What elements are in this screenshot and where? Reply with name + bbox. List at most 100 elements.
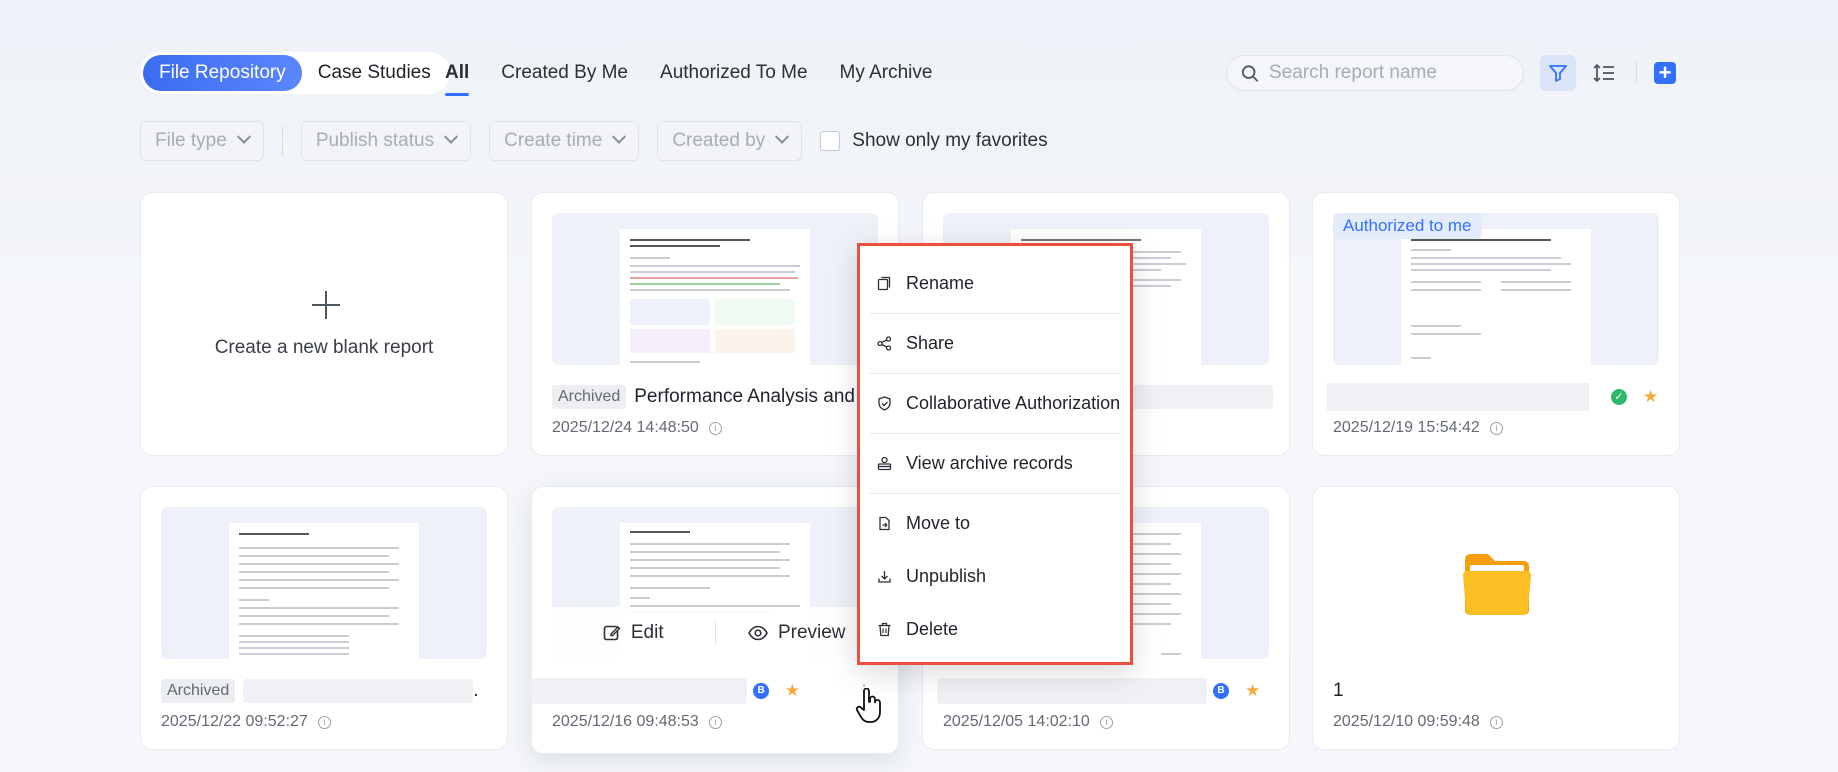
card-title-row: Archived Performance Analysis and ... — [552, 383, 882, 411]
favorites-filter[interactable]: Show only my favorites — [820, 130, 1048, 152]
menu-item-rename[interactable]: Rename — [876, 273, 974, 294]
folder-icon — [1463, 554, 1531, 615]
card-title-row: 1 — [1333, 677, 1663, 705]
hand-cursor-icon — [855, 687, 885, 733]
tab-all[interactable]: All — [445, 52, 470, 96]
menu-divider — [870, 493, 1120, 494]
star-icon[interactable]: ★ — [785, 681, 800, 701]
menu-label: Collaborative Authorization — [906, 393, 1121, 413]
move-file-icon — [876, 516, 892, 532]
menu-divider — [870, 433, 1120, 434]
folder-date: 2025/12/10 09:59:48 — [1333, 713, 1480, 730]
menu-item-delete[interactable]: Delete — [876, 619, 958, 640]
menu-item-unpublish[interactable]: Unpublish — [876, 566, 986, 587]
report-card[interactable]: Authorized to me ✓ ★ 2025/12/19 15:54:42… — [1312, 192, 1680, 456]
star-icon[interactable]: ★ — [1643, 387, 1658, 407]
published-icon: B — [1213, 683, 1229, 699]
sort-icon — [1593, 63, 1614, 83]
edit-button[interactable]: Edit — [552, 622, 715, 644]
card-date-row: 2025/12/10 09:59:48 i — [1333, 713, 1503, 731]
menu-label: Unpublish — [906, 566, 987, 586]
card-title-row: ✓ ★ — [1327, 383, 1667, 411]
redacted-title — [937, 678, 1207, 704]
preview-label: Preview — [777, 622, 846, 643]
card-title-row: Archived . — [161, 677, 491, 705]
info-icon[interactable]: i — [708, 421, 722, 435]
authorized-badge: Authorized to me — [1333, 213, 1482, 239]
report-date: 2025/12/22 09:52:27 — [161, 713, 308, 730]
published-icon: B — [753, 683, 769, 699]
menu-item-collaborative-authorization[interactable]: Collaborative Authorization — [876, 393, 1120, 414]
file-type-label: File type — [155, 130, 227, 151]
rename-icon — [876, 276, 892, 292]
plus-icon — [312, 291, 340, 319]
edit-label: Edit — [630, 622, 664, 643]
sort-button[interactable] — [1586, 55, 1622, 91]
info-icon[interactable]: i — [317, 715, 331, 729]
archive-records-icon — [876, 456, 892, 472]
card-hover-actions: Edit Preview — [552, 607, 878, 659]
chevron-down-icon — [775, 129, 790, 144]
card-date-row: 2025/12/22 09:52:27 i — [161, 713, 331, 731]
star-icon[interactable]: ★ — [1245, 681, 1260, 701]
edit-icon — [603, 625, 621, 641]
repository-switch: File Repository Case Studies — [140, 52, 450, 94]
tab-authorized-to-me[interactable]: Authorized To Me — [660, 52, 808, 94]
menu-label: Share — [906, 333, 955, 353]
segment-file-repository[interactable]: File Repository — [143, 55, 302, 91]
folder-card[interactable]: 1 2025/12/10 09:59:48 i — [1312, 486, 1680, 750]
create-time-select[interactable]: Create time — [489, 121, 640, 161]
menu-label: Rename — [906, 273, 975, 293]
info-icon[interactable]: i — [1099, 715, 1113, 729]
new-report-card[interactable]: Create a new blank report — [140, 192, 508, 456]
segment-case-studies[interactable]: Case Studies — [302, 55, 447, 91]
publish-status-label: Publish status — [315, 130, 435, 151]
tab-my-archive[interactable]: My Archive — [840, 52, 933, 94]
menu-divider — [870, 373, 1120, 374]
created-by-label: Created by — [672, 130, 766, 151]
filter-divider — [281, 126, 283, 156]
report-card[interactable]: Archived . 2025/12/22 09:52:27 i — [140, 486, 508, 750]
new-report-label: Create a new blank report — [214, 337, 434, 358]
menu-item-move-to[interactable]: Move to — [876, 513, 970, 534]
published-icon: ✓ — [1611, 389, 1627, 405]
info-icon[interactable]: i — [708, 715, 722, 729]
menu-label: View archive records — [906, 453, 1073, 473]
card-title-row: B ★ — [937, 677, 1277, 705]
info-icon[interactable]: i — [1489, 715, 1503, 729]
menu-item-share[interactable]: Share — [876, 333, 954, 354]
search-icon — [1241, 64, 1259, 82]
add-report-button[interactable]: + — [1647, 55, 1683, 91]
redacted-title — [532, 678, 748, 704]
filter-button[interactable] — [1540, 55, 1576, 91]
archived-badge: Archived — [161, 679, 236, 703]
report-title-tail: . — [473, 680, 479, 701]
menu-item-view-archive-records[interactable]: View archive records — [876, 453, 1073, 474]
search-input[interactable] — [1269, 62, 1509, 84]
file-type-select[interactable]: File type — [140, 121, 264, 161]
tab-bar: All Created By Me Authorized To Me My Ar… — [445, 52, 964, 96]
filter-icon — [1549, 65, 1567, 82]
chevron-down-icon — [612, 129, 627, 144]
report-date: 2025/12/24 14:48:50 — [552, 419, 699, 436]
menu-divider — [870, 313, 1120, 314]
card-date-row: 2025/12/16 09:48:53 i — [552, 713, 722, 731]
favorites-label: Show only my favorites — [852, 130, 1048, 151]
archived-badge: Archived — [552, 385, 627, 409]
menu-label: Delete — [906, 619, 959, 639]
document-preview — [620, 229, 810, 365]
info-icon[interactable]: i — [1489, 421, 1503, 435]
preview-button[interactable]: Preview — [716, 622, 879, 644]
report-card[interactable]: Archived Performance Analysis and ... 20… — [531, 192, 899, 456]
card-date-row: 2025/12/24 14:48:50 i — [552, 419, 722, 437]
favorites-checkbox[interactable] — [820, 131, 841, 151]
report-card-hovered[interactable]: Edit Preview B ★ ⋮ 2025/12/16 09:48:53 i — [531, 486, 899, 754]
tab-created-by-me[interactable]: Created By Me — [501, 52, 628, 94]
card-date-row: 2025/12/19 15:54:42 i — [1333, 419, 1503, 437]
document-preview — [1401, 229, 1591, 365]
publish-status-select[interactable]: Publish status — [300, 121, 472, 161]
trash-icon — [876, 622, 892, 638]
created-by-select[interactable]: Created by — [657, 121, 803, 161]
report-thumbnail: Authorized to me — [1333, 213, 1659, 365]
report-date: 2025/12/16 09:48:53 — [552, 713, 699, 730]
